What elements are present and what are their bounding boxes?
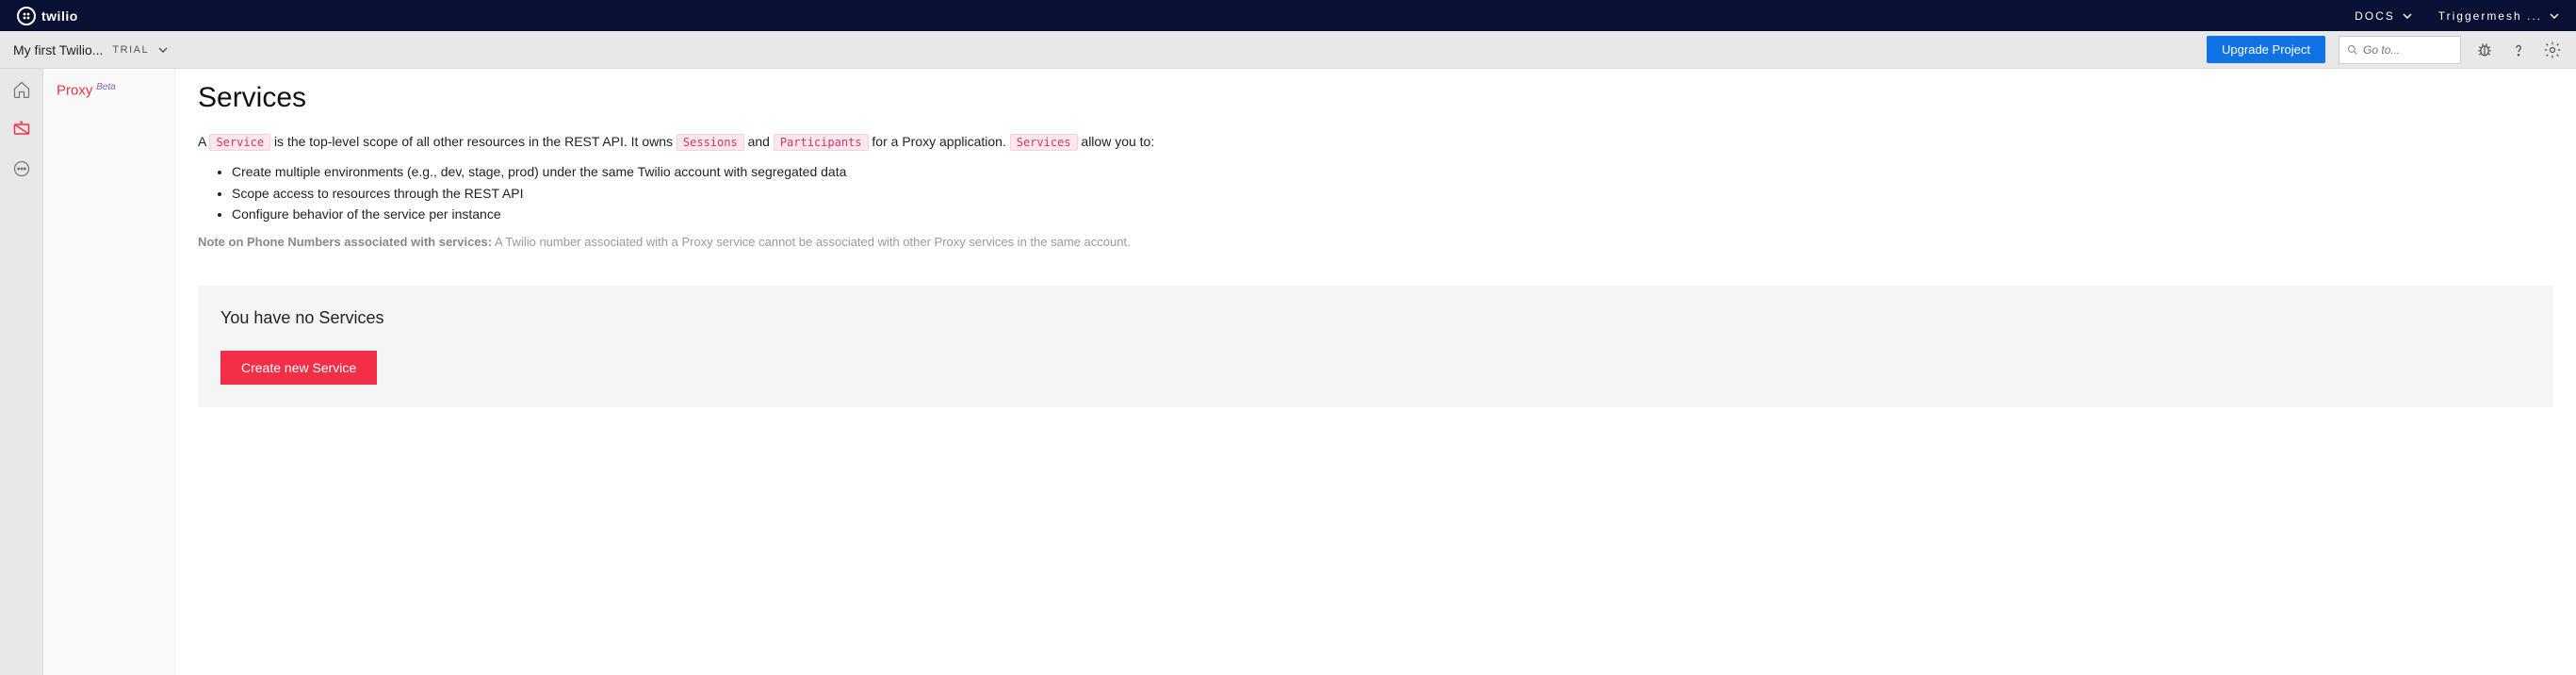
account-label: Triggermesh ...	[2438, 9, 2542, 23]
text: is the top-level scope of all other reso…	[274, 134, 677, 149]
settings-icon[interactable]	[2542, 40, 2563, 60]
chevron-down-icon	[2403, 13, 2412, 19]
text: for a Proxy application.	[872, 134, 1009, 149]
brand-name: twilio	[41, 8, 78, 24]
note-text: A Twilio number associated with a Proxy …	[495, 235, 1131, 249]
docs-link[interactable]: DOCS	[2355, 9, 2412, 23]
upgrade-button[interactable]: Upgrade Project	[2207, 36, 2325, 63]
text: and	[748, 134, 774, 149]
account-menu[interactable]: Triggermesh ...	[2438, 9, 2559, 23]
description: A Service is the top-level scope of all …	[198, 131, 2553, 252]
twilio-logo-icon	[17, 7, 36, 25]
brand[interactable]: twilio	[17, 7, 78, 25]
icon-sidebar	[0, 69, 43, 675]
services-pill: Services	[1010, 134, 1078, 151]
chevron-down-icon	[2550, 13, 2559, 19]
side-title: Proxy	[57, 83, 92, 99]
text: A	[198, 134, 209, 149]
page-title: Services	[198, 82, 2553, 114]
main-content: Services A Service is the top-level scop…	[175, 69, 2576, 675]
list-item: Create multiple environments (e.g., dev,…	[232, 161, 2553, 182]
participants-pill: Participants	[774, 134, 869, 151]
sessions-pill: Sessions	[677, 134, 744, 151]
subheader-right: Upgrade Project	[2207, 36, 2563, 64]
search-box[interactable]	[2339, 36, 2461, 64]
list-item: Configure behavior of the service per in…	[232, 204, 2553, 224]
list-item: Scope access to resources through the RE…	[232, 183, 2553, 204]
note-paragraph: Note on Phone Numbers associated with se…	[198, 233, 2553, 253]
empty-state-title: You have no Services	[220, 308, 2531, 328]
side-panel: Proxy Beta	[43, 69, 175, 675]
service-pill: Service	[209, 134, 270, 151]
text: allow you to:	[1081, 134, 1154, 149]
create-service-button[interactable]: Create new Service	[220, 351, 377, 385]
note-label: Note on Phone Numbers associated with se…	[198, 235, 492, 249]
project-name: My first Twilio...	[13, 42, 103, 58]
empty-state-card: You have no Services Create new Service	[198, 286, 2553, 407]
search-input[interactable]	[2363, 43, 2453, 57]
topbar: twilio DOCS Triggermesh ...	[0, 0, 2576, 31]
project-switcher[interactable]: My first Twilio... TRIAL	[13, 42, 168, 58]
chevron-down-icon	[158, 47, 168, 53]
search-icon	[2347, 43, 2357, 56]
docs-label: DOCS	[2355, 9, 2395, 23]
side-panel-heading[interactable]: Proxy Beta	[57, 82, 161, 99]
topbar-right: DOCS Triggermesh ...	[2355, 9, 2559, 23]
intro-paragraph: A Service is the top-level scope of all …	[198, 131, 2553, 152]
subheader: My first Twilio... TRIAL Upgrade Project	[0, 31, 2576, 69]
trial-badge: TRIAL	[112, 44, 149, 56]
home-icon[interactable]	[12, 80, 31, 99]
beta-badge: Beta	[96, 82, 116, 92]
debug-icon[interactable]	[2474, 40, 2495, 60]
main-layout: Proxy Beta Services A Service is the top…	[0, 69, 2576, 675]
proxy-icon[interactable]	[12, 120, 31, 139]
feature-list: Create multiple environments (e.g., dev,…	[232, 161, 2553, 224]
more-icon[interactable]	[12, 159, 31, 178]
help-icon[interactable]	[2508, 40, 2529, 60]
